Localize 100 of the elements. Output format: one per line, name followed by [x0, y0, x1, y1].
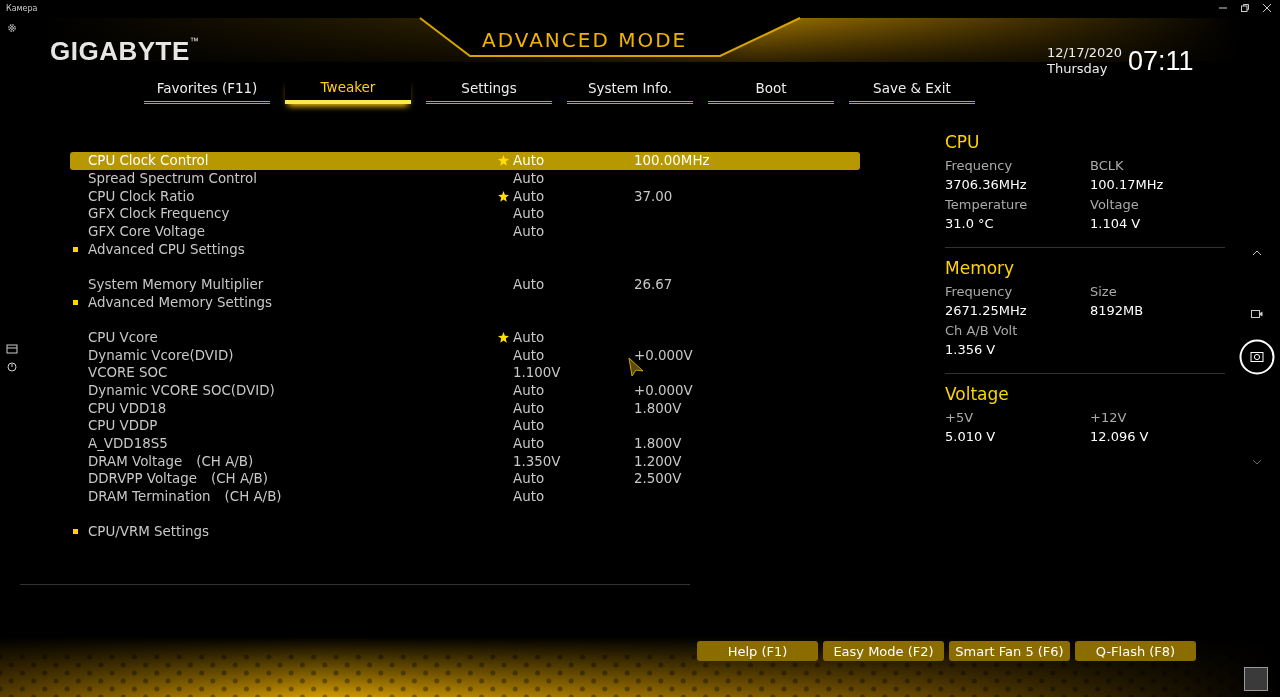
submenu-row[interactable]: Advanced Memory Settings — [70, 293, 860, 311]
timer-icon[interactable] — [6, 360, 18, 372]
setting-row[interactable]: DDRVPP Voltage (CH A/B) Auto 2.500V — [70, 470, 860, 488]
monitor-value: 5.010 V — [945, 429, 997, 444]
chevron-up-icon[interactable] — [1252, 250, 1262, 256]
setting-reading: +0.000V — [634, 347, 693, 363]
tab[interactable]: Save & Exit — [849, 78, 975, 104]
monitor-value: 31.0 °C — [945, 216, 995, 231]
setting-row[interactable]: Dynamic VCORE SOC(DVID) Auto +0.000V — [70, 381, 860, 400]
camera-shutter-button[interactable] — [1239, 339, 1275, 375]
setting-reading: 2.500V — [634, 471, 682, 487]
function-key-button[interactable]: Smart Fan 5 (F6) — [949, 641, 1070, 661]
function-key-button[interactable]: Easy Mode (F2) — [823, 641, 944, 661]
function-key-button[interactable]: Q-Flash (F8) — [1075, 641, 1196, 661]
setting-name: CPU Clock Control — [88, 153, 210, 169]
time-text: 07:11 — [1127, 45, 1194, 77]
setting-name: GFX Core Voltage — [88, 224, 206, 240]
tab[interactable]: Tweaker — [285, 78, 411, 104]
setting-value: 1.100V — [513, 365, 562, 381]
monitor-value: 1.104 V — [1090, 216, 1142, 231]
setting-reading: 37.00 — [634, 188, 673, 204]
bullet-icon — [73, 529, 78, 535]
setting-row[interactable]: DRAM Voltage (CH A/B) 1.350V 1.200V — [70, 452, 860, 470]
weekday-text: Thursday — [1047, 61, 1109, 77]
setting-row[interactable]: Spread Spectrum Control Auto — [70, 169, 860, 188]
window-title: Камера — [6, 4, 38, 13]
monitor-value: 3706.36MHz — [945, 177, 1028, 192]
tab[interactable]: Favorites (F11) — [144, 78, 270, 104]
setting-name: CPU Clock Ratio — [88, 188, 196, 204]
setting-value: Auto — [513, 276, 546, 292]
monitor-label: Voltage — [1090, 197, 1140, 212]
restore-icon[interactable] — [1240, 3, 1250, 13]
monitor-value: 8192MB — [1090, 303, 1145, 318]
function-key-button[interactable]: Help (F1) — [697, 641, 818, 661]
setting-row[interactable]: System Memory Multiplier Auto 26.67 — [70, 275, 860, 294]
monitor-value: 2671.25MHz — [945, 303, 1028, 318]
setting-row[interactable]: Dynamic Vcore(DVID) Auto +0.000V — [70, 346, 860, 364]
monitor-label: Frequency — [945, 284, 1014, 299]
setting-value: Auto — [513, 329, 546, 345]
setting-row[interactable]: VCORE SOC 1.100V — [70, 363, 860, 382]
submenu-row[interactable]: CPU/VRM Settings — [70, 522, 860, 541]
setting-name: Dynamic Vcore(DVID) — [88, 347, 235, 363]
setting-row[interactable]: GFX Core Voltage Auto — [70, 222, 860, 241]
setting-value: Auto — [513, 224, 546, 240]
chevron-down-icon[interactable] — [1252, 459, 1262, 465]
setting-row[interactable]: CPU VDD18 Auto 1.800V — [70, 399, 860, 417]
setting-value: Auto — [513, 347, 546, 363]
setting-reading: +0.000V — [634, 382, 693, 398]
monitor-label: +5V — [945, 410, 975, 425]
setting-row[interactable]: A_VDD18S5 Auto 1.800V — [70, 434, 860, 453]
setting-value: Auto — [513, 418, 546, 434]
setting-value: Auto — [513, 400, 546, 416]
setting-name: Dynamic VCORE SOC(DVID) — [88, 382, 276, 398]
setting-reading: 1.800V — [634, 435, 682, 451]
monitor-label: Temperature — [945, 197, 1029, 212]
setting-value: Auto — [513, 382, 546, 398]
setting-name: System Memory Multiplier — [88, 276, 265, 292]
section-title: Voltage — [945, 384, 1010, 404]
settings-icon[interactable] — [6, 22, 18, 34]
setting-row[interactable]: CPU Vcore Auto — [70, 328, 860, 347]
card-icon[interactable] — [6, 344, 18, 354]
video-icon[interactable] — [1251, 310, 1263, 318]
monitor-label: Ch A/B Volt — [945, 323, 1019, 338]
setting-row[interactable]: DRAM Termination (CH A/B) Auto — [70, 487, 860, 506]
setting-row[interactable]: CPU Clock Ratio Auto 37.00 — [70, 187, 860, 206]
setting-name: CPU Vcore — [88, 329, 159, 345]
setting-value: Auto — [513, 489, 546, 505]
monitor-label: BCLK — [1090, 158, 1125, 173]
submenu-name: Advanced Memory Settings — [88, 294, 274, 310]
monitor-value: 12.096 V — [1090, 429, 1150, 444]
setting-value: Auto — [513, 153, 546, 169]
setting-name: CPU VDD18 — [88, 400, 168, 416]
date-text: 12/17/2020 — [1047, 45, 1122, 61]
gallery-thumbnail[interactable] — [1244, 667, 1268, 691]
close-icon[interactable] — [1262, 3, 1272, 13]
monitor-value: 1.356 V — [945, 342, 997, 357]
submenu-row[interactable]: Advanced CPU Settings — [70, 240, 860, 259]
setting-row[interactable]: GFX Clock Frequency Auto — [70, 205, 860, 223]
setting-name: DDRVPP Voltage (CH A/B) — [88, 471, 269, 487]
setting-reading: 26.67 — [634, 276, 673, 292]
tab[interactable]: Settings — [426, 78, 552, 104]
submenu-name: CPU/VRM Settings — [88, 524, 210, 540]
setting-reading: 100.00MHz — [634, 153, 710, 169]
tab[interactable]: System Info. — [567, 78, 693, 104]
setting-name: DRAM Termination (CH A/B) — [88, 489, 283, 505]
setting-name: Spread Spectrum Control — [88, 171, 258, 187]
monitor-label: Size — [1090, 284, 1118, 299]
monitor-value: 100.17MHz — [1090, 177, 1165, 192]
setting-reading: 1.200V — [634, 453, 682, 469]
setting-reading: 1.800V — [634, 400, 682, 416]
tab[interactable]: Boot — [708, 78, 834, 104]
setting-name: CPU VDDP — [88, 418, 159, 434]
setting-row[interactable]: CPU VDDP Auto — [70, 416, 860, 435]
setting-value: Auto — [513, 188, 546, 204]
monitor-label: +12V — [1090, 410, 1128, 425]
mode-title: ADVANCED MODE — [482, 28, 688, 52]
setting-name: DRAM Voltage (CH A/B) — [88, 453, 255, 469]
setting-value: Auto — [513, 171, 546, 187]
bullet-icon — [73, 299, 78, 305]
setting-name: VCORE SOC — [88, 365, 169, 381]
